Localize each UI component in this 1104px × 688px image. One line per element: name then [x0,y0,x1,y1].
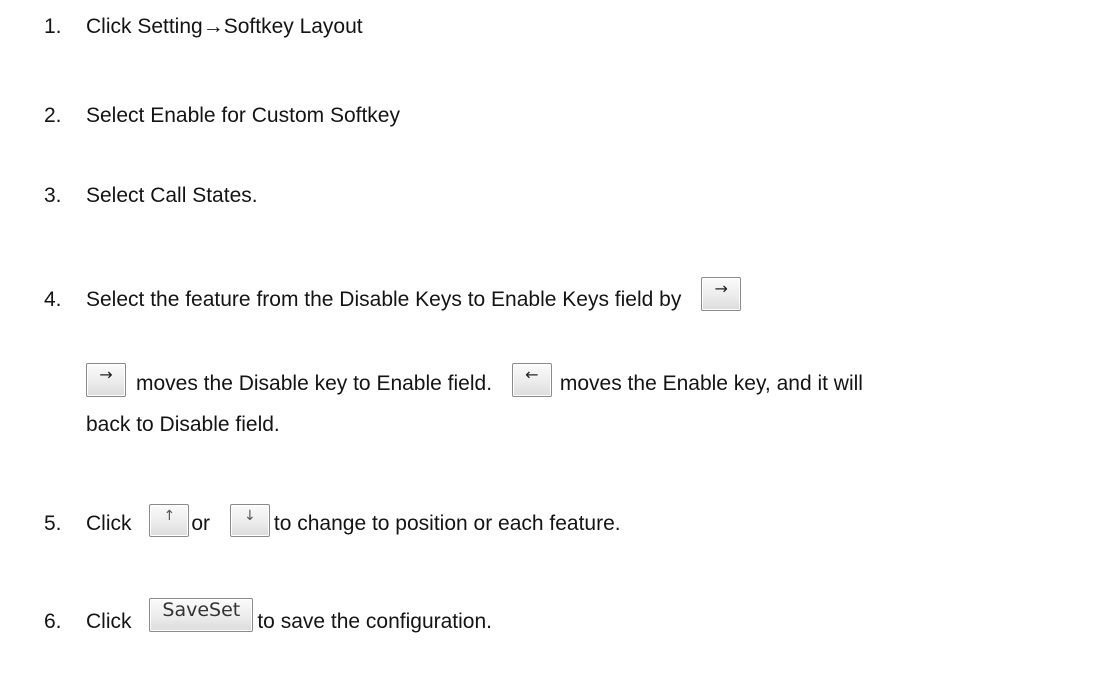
move-right-button[interactable]: → [701,277,742,311]
step-1: 1. Click Setting→Softkey Layout [44,13,363,41]
right-arrow-icon: → [714,279,728,298]
move-up-button[interactable]: ↑ [149,504,190,537]
step-number: 4. [44,288,62,311]
step-4-line-2: → moves the Disable key to Enable field. … [86,363,863,407]
move-down-button[interactable]: ↓ [229,504,270,537]
step-number: 3. [44,184,62,207]
left-arrow-icon: ← [525,365,539,384]
step-2: 2. Select Enable for Custom Softkey [44,102,400,130]
step-number: 6. [44,610,62,633]
step-3: 3. Select Call States. [44,182,258,210]
saveset-button[interactable]: SaveSet [149,598,254,632]
up-arrow-icon: ↑ [163,508,176,524]
move-right-button[interactable]: → [86,363,126,397]
step-text: Select Call States. [86,184,258,207]
right-arrow-icon: → [99,365,113,384]
step-4-line-3: back to Disable field. [86,411,280,439]
step-6: 6. Click SaveSet to save the configuration… [44,598,492,644]
step-text: Click [86,610,132,633]
move-left-button[interactable]: ← [511,363,552,397]
step-number: 5. [44,512,62,535]
step-text: Select Enable for Custom Softkey [86,104,400,127]
step-text: to save the configuration. [257,610,492,633]
step-5: 5. Click ↑ or ↓ to change to position or ea… [44,504,621,547]
step-text: Click Setting→Softkey Layout [86,15,363,38]
step-text: moves the Enable key, and it will [559,372,863,395]
step-text: Click [86,512,132,535]
step-number: 2. [44,104,62,127]
step-text: to change to position or each feature. [273,512,621,535]
down-arrow-icon: ↓ [244,508,256,524]
step-text: Select the feature from the Disable Keys… [86,288,682,311]
step-text: or [191,512,211,535]
step-number: 1. [44,15,62,38]
step-4: 4. Select the feature from the Disable Ke… [44,277,742,323]
step-text: back to Disable field. [86,413,280,436]
step-text: moves the Disable key to Enable field. [136,372,493,395]
